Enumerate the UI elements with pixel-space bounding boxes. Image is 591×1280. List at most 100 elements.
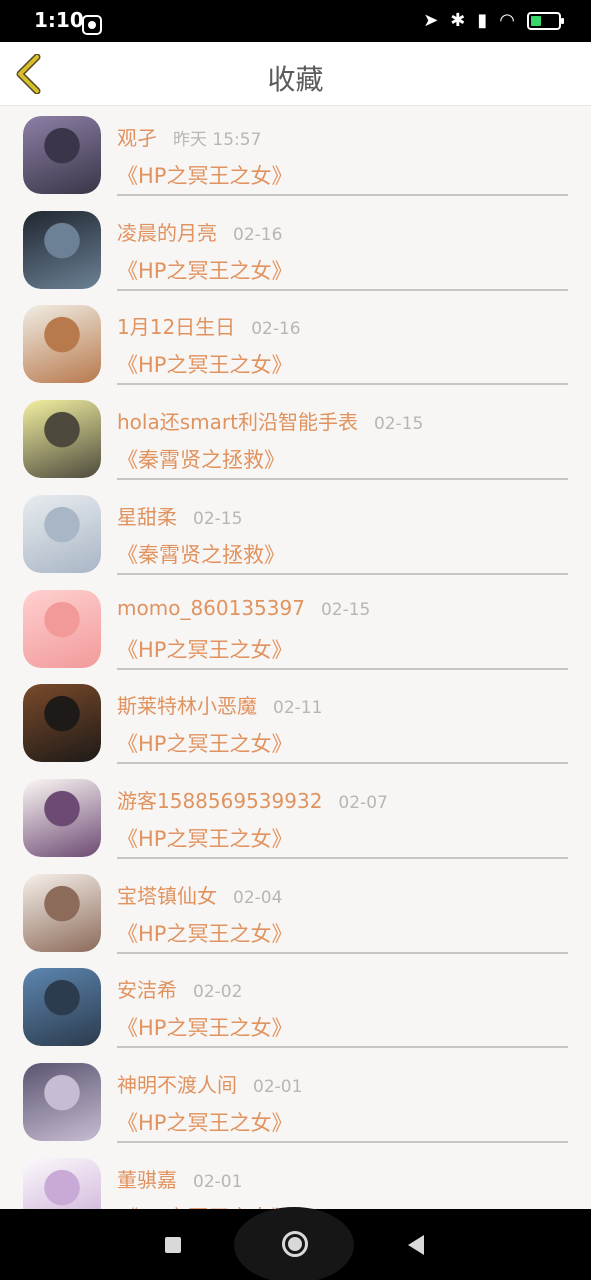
favorites-list: 观孑 昨天 15:57 《HP之冥王之女》 凌晨的月亮 02-16 《HP之冥王之女》 1月… [0,106,591,1209]
avatar-image [23,400,101,479]
user-name[interactable]: 安洁希 [117,974,177,1003]
home-icon[interactable] [234,1207,354,1280]
avatar[interactable] [23,589,101,668]
user-name[interactable]: 斯莱特林小恶魔 [117,690,257,719]
divider [117,762,568,765]
book-title-link[interactable]: 《HP之冥王之女》 [117,1012,292,1042]
status-icons: ➤ ✱ ▮ ◠ [423,10,564,31]
system-nav-bar [0,1207,591,1280]
header: 收藏 [0,42,591,106]
divider [117,194,568,196]
list-item[interactable]: 斯莱特林小恶魔 02-11 《HP之冥王之女》 [0,676,591,770]
page-title: 收藏 [267,63,324,96]
avatar[interactable] [23,305,101,384]
timestamp: 02-07 [338,792,388,813]
timestamp: 02-11 [273,698,323,719]
book-title-link[interactable]: 《HP之冥王之女》 [117,634,292,664]
list-item[interactable]: momo_860135397 02-15 《HP之冥王之女》 [0,582,591,676]
avatar[interactable] [23,400,101,479]
name-row: 凌晨的月亮 02-16 [117,217,282,246]
user-name[interactable]: 凌晨的月亮 [117,217,217,246]
divider [117,478,568,481]
user-name[interactable]: momo_860135397 [117,596,305,620]
signal-icon: ▮ [477,10,488,31]
user-name[interactable]: 观孑 [117,122,157,151]
divider [117,572,568,575]
list-item[interactable]: hola还smart利沿智能手表 02-15 《秦霄贤之拯救》 [0,392,591,486]
user-name[interactable]: hola还smart利沿智能手表 [117,406,358,435]
avatar[interactable] [23,494,101,573]
user-name[interactable]: 1月12日生日 [117,311,235,340]
list-item[interactable]: 星甜柔 02-15 《秦霄贤之拯救》 [0,487,591,581]
user-name[interactable]: 宝塔镇仙女 [117,880,217,909]
avatar[interactable] [23,1063,101,1141]
book-title-link[interactable]: 《秦霄贤之拯救》 [117,539,285,569]
avatar[interactable] [23,116,101,194]
avatar-image [23,968,101,1047]
avatar[interactable] [23,1157,101,1209]
book-title-link[interactable]: 《秦霄贤之拯救》 [117,444,285,474]
back-triangle-icon[interactable] [408,1235,424,1255]
name-row: 安洁希 02-02 [117,974,242,1003]
book-title-link[interactable]: 《HP之冥王之女》 [117,918,292,948]
name-row: 董骐嘉 02-01 [117,1164,242,1193]
bluetooth-icon: ✱ [450,10,466,31]
status-time: 1:10 [34,8,84,32]
book-title-link[interactable]: 《HP之冥王之女》 [117,160,292,190]
name-row: 宝塔镇仙女 02-04 [117,880,282,909]
avatar-image [23,778,101,857]
divider [117,288,568,291]
list-item[interactable]: 1月12日生日 02-16 《HP之冥王之女》 [0,297,591,391]
timestamp: 昨天 15:57 [173,130,262,150]
divider [117,951,568,954]
avatar-image [23,210,101,289]
list-item[interactable]: 神明不渡人间 02-01 《HP之冥王之女》 [0,1055,591,1149]
name-row: 神明不渡人间 02-01 [117,1069,302,1098]
status-bar: 1:10 ➤ ✱ ▮ ◠ [0,0,591,42]
book-title-link[interactable]: 《HP之冥王之女》 [117,1202,292,1209]
book-title-link[interactable]: 《HP之冥王之女》 [117,349,292,379]
location-icon: ➤ [423,10,439,31]
list-item[interactable]: 凌晨的月亮 02-16 《HP之冥王之女》 [0,203,591,297]
list-item[interactable]: 董骐嘉 02-01 《HP之冥王之女》 [0,1150,591,1209]
book-title-link[interactable]: 《HP之冥王之女》 [117,255,292,285]
book-title-link[interactable]: 《HP之冥王之女》 [117,728,292,758]
name-row: 游客1588569539932 02-07 [117,785,388,814]
timestamp: 02-04 [233,887,283,908]
timestamp: 02-15 [373,414,424,435]
list-item[interactable]: 观孑 昨天 15:57 《HP之冥王之女》 [0,108,591,202]
name-row: hola还smart利沿智能手表 02-15 [117,406,423,435]
avatar-image [23,305,101,384]
timestamp: 02-15 [193,508,243,529]
user-name[interactable]: 董骐嘉 [117,1164,177,1193]
name-row: 斯莱特林小恶魔 02-11 [117,690,322,719]
avatar[interactable] [23,873,101,952]
user-name[interactable]: 神明不渡人间 [117,1069,237,1098]
timestamp: 02-16 [233,224,283,245]
avatar-image [23,873,101,952]
list-item[interactable]: 宝塔镇仙女 02-04 《HP之冥王之女》 [0,866,591,960]
avatar[interactable] [23,684,101,763]
book-title-link[interactable]: 《HP之冥王之女》 [117,1107,292,1137]
user-name[interactable]: 游客1588569539932 [117,785,322,814]
list-item[interactable]: 安洁希 02-02 《HP之冥王之女》 [0,960,591,1054]
list-item[interactable]: 游客1588569539932 02-07 《HP之冥王之女》 [0,771,591,865]
avatar-image [23,116,101,194]
book-title-link[interactable]: 《HP之冥王之女》 [117,823,292,853]
wifi-icon: ◠ [499,10,515,31]
user-name[interactable]: 星甜柔 [117,501,177,530]
divider [117,667,568,670]
avatar[interactable] [23,968,101,1047]
avatar-image [23,1063,101,1141]
name-row: 星甜柔 02-15 [117,501,242,530]
timestamp: 02-02 [193,982,243,1003]
battery-icon [527,12,564,30]
timestamp: 02-15 [320,599,371,620]
avatar-image [23,589,101,668]
avatar[interactable] [23,778,101,857]
avatar-image [23,1157,101,1209]
name-row: momo_860135397 02-15 [117,596,370,620]
avatar[interactable] [23,210,101,289]
recent-apps-icon[interactable] [165,1237,181,1253]
timestamp: 02-01 [253,1077,303,1097]
